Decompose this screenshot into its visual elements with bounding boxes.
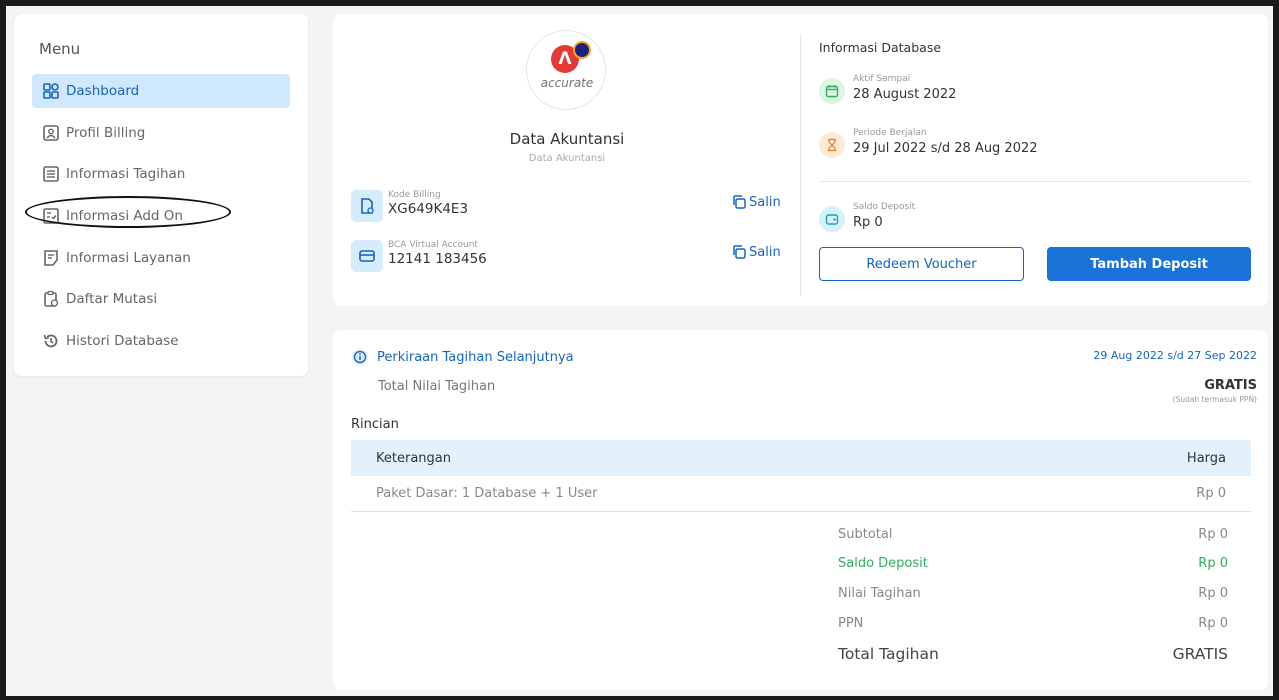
history-icon bbox=[43, 334, 58, 348]
table-row: Paket Dasar: 1 Database + 1 User Rp 0 bbox=[351, 476, 1251, 512]
profile-card-icon bbox=[43, 125, 59, 141]
divider bbox=[819, 181, 1251, 182]
sidebar-item-label: Histori Database bbox=[66, 333, 179, 349]
sidebar-item-daftar-mutasi[interactable]: Daftar Mutasi bbox=[32, 282, 290, 316]
database-name: Data Akuntansi bbox=[509, 130, 625, 148]
sidebar-item-label: Profil Billing bbox=[66, 125, 146, 141]
active-until-row: Aktif Sampai 28 August 2022 bbox=[819, 74, 1239, 110]
total-bill-label: Total Nilai Tagihan bbox=[378, 379, 496, 394]
bill-value-row: Nilai Tagihan Rp 0 bbox=[838, 586, 1228, 601]
accurate-logo: Λ accurate bbox=[526, 30, 606, 110]
virtual-account-label: BCA Virtual Account bbox=[388, 240, 478, 250]
deposit-summary-value: Rp 0 bbox=[1198, 556, 1228, 571]
row-description: Paket Dasar: 1 Database + 1 User bbox=[376, 486, 598, 501]
copy-label: Salin bbox=[749, 194, 781, 210]
copy-icon bbox=[733, 195, 746, 209]
estimate-title: Perkiraan Tagihan Selanjutnya bbox=[351, 348, 574, 366]
bill-value: Rp 0 bbox=[1198, 586, 1228, 601]
hourglass-icon bbox=[819, 132, 845, 158]
invoice-list-icon bbox=[43, 166, 59, 182]
database-info-title: Informasi Database bbox=[819, 40, 942, 55]
add-deposit-button[interactable]: Tambah Deposit bbox=[1047, 247, 1251, 281]
logo-text: accurate bbox=[540, 76, 594, 90]
billing-code-icon bbox=[351, 190, 383, 222]
active-until-value: 28 August 2022 bbox=[853, 87, 957, 102]
total-bill-note: (Sudah termasuk PPN) bbox=[1172, 395, 1257, 404]
sidebar-item-label: Informasi Layanan bbox=[66, 250, 191, 266]
estimate-title-text: Perkiraan Tagihan Selanjutnya bbox=[377, 349, 574, 365]
column-header-price: Harga bbox=[1186, 450, 1226, 466]
sidebar-item-informasi-add-on[interactable]: Informasi Add On bbox=[32, 199, 290, 233]
add-on-checklist-icon bbox=[43, 208, 59, 224]
details-label: Rincian bbox=[351, 417, 399, 432]
billing-code-row: Kode Billing XG649K4E3 Salin bbox=[351, 190, 791, 224]
menu-title: Menu bbox=[39, 40, 81, 58]
database-subtitle: Data Akuntansi bbox=[528, 153, 606, 164]
wallet-icon bbox=[819, 206, 845, 232]
info-icon bbox=[352, 349, 368, 365]
period-label: Periode Berjalan bbox=[853, 128, 927, 138]
billing-estimate-card: Perkiraan Tagihan Selanjutnya 29 Aug 202… bbox=[333, 330, 1268, 690]
deposit-label: Saldo Deposit bbox=[853, 202, 916, 212]
deposit-summary-row: Saldo Deposit Rp 0 bbox=[838, 556, 1228, 571]
row-price: Rp 0 bbox=[1196, 486, 1226, 501]
copy-billing-code-button[interactable]: Salin bbox=[731, 194, 781, 210]
column-header-description: Keterangan bbox=[376, 450, 451, 466]
sidebar-item-profil-billing[interactable]: Profil Billing bbox=[32, 116, 290, 150]
sidebar-item-label: Informasi Add On bbox=[66, 208, 183, 224]
total-row: Total Tagihan GRATIS bbox=[838, 645, 1228, 663]
clipboard-clock-icon bbox=[44, 290, 59, 307]
bill-value-label: Nilai Tagihan bbox=[838, 586, 921, 601]
sidebar-item-label: Informasi Tagihan bbox=[66, 166, 186, 182]
sidebar-item-label: Daftar Mutasi bbox=[66, 291, 158, 307]
service-note-icon bbox=[44, 250, 58, 266]
deposit-value: Rp 0 bbox=[853, 215, 883, 230]
ppn-label: PPN bbox=[838, 616, 864, 631]
calendar-icon bbox=[819, 78, 845, 104]
sidebar-item-informasi-layanan[interactable]: Informasi Layanan bbox=[32, 241, 290, 275]
sidebar-item-histori-database[interactable]: Histori Database bbox=[32, 324, 290, 358]
sidebar: Menu Dashboard Profil Billing Informasi … bbox=[14, 14, 308, 376]
deposit-row: Saldo Deposit Rp 0 bbox=[819, 202, 1239, 238]
total-bill-value: GRATIS bbox=[1204, 378, 1257, 393]
subtotal-label: Subtotal bbox=[838, 527, 893, 542]
database-card: Λ accurate Data Akuntansi Data Akuntansi… bbox=[333, 14, 1268, 306]
ppn-value: Rp 0 bbox=[1198, 616, 1228, 631]
copy-virtual-account-button[interactable]: Salin bbox=[731, 244, 781, 260]
sidebar-item-dashboard[interactable]: Dashboard bbox=[32, 74, 290, 108]
total-value: GRATIS bbox=[1172, 645, 1228, 663]
active-until-label: Aktif Sampai bbox=[853, 74, 911, 84]
billing-code-value: XG649K4E3 bbox=[388, 201, 469, 217]
deposit-summary-label: Saldo Deposit bbox=[838, 556, 928, 571]
dashboard-icon bbox=[43, 83, 59, 99]
virtual-account-row: BCA Virtual Account 12141 183456 Salin bbox=[351, 240, 791, 274]
redeem-voucher-button[interactable]: Redeem Voucher bbox=[819, 247, 1024, 281]
total-label: Total Tagihan bbox=[838, 645, 939, 663]
copy-label: Salin bbox=[749, 244, 781, 260]
period-row: Periode Berjalan 29 Jul 2022 s/d 28 Aug … bbox=[819, 128, 1239, 164]
sidebar-item-informasi-tagihan[interactable]: Informasi Tagihan bbox=[32, 157, 290, 191]
virtual-account-value: 12141 183456 bbox=[388, 251, 487, 267]
vertical-divider bbox=[800, 34, 801, 296]
estimate-period: 29 Aug 2022 s/d 27 Sep 2022 bbox=[1093, 349, 1257, 362]
app-frame: Menu Dashboard Profil Billing Informasi … bbox=[6, 6, 1273, 696]
subtotal-row: Subtotal Rp 0 bbox=[838, 527, 1228, 542]
virtual-account-icon bbox=[351, 240, 383, 272]
billing-code-label: Kode Billing bbox=[388, 190, 441, 200]
logo-badge bbox=[573, 41, 591, 59]
table-header: Keterangan Harga bbox=[351, 440, 1251, 476]
ppn-row: PPN Rp 0 bbox=[838, 616, 1228, 631]
period-value: 29 Jul 2022 s/d 28 Aug 2022 bbox=[853, 141, 1038, 156]
copy-icon bbox=[733, 245, 746, 259]
subtotal-value: Rp 0 bbox=[1198, 527, 1228, 542]
sidebar-item-label: Dashboard bbox=[66, 83, 140, 99]
